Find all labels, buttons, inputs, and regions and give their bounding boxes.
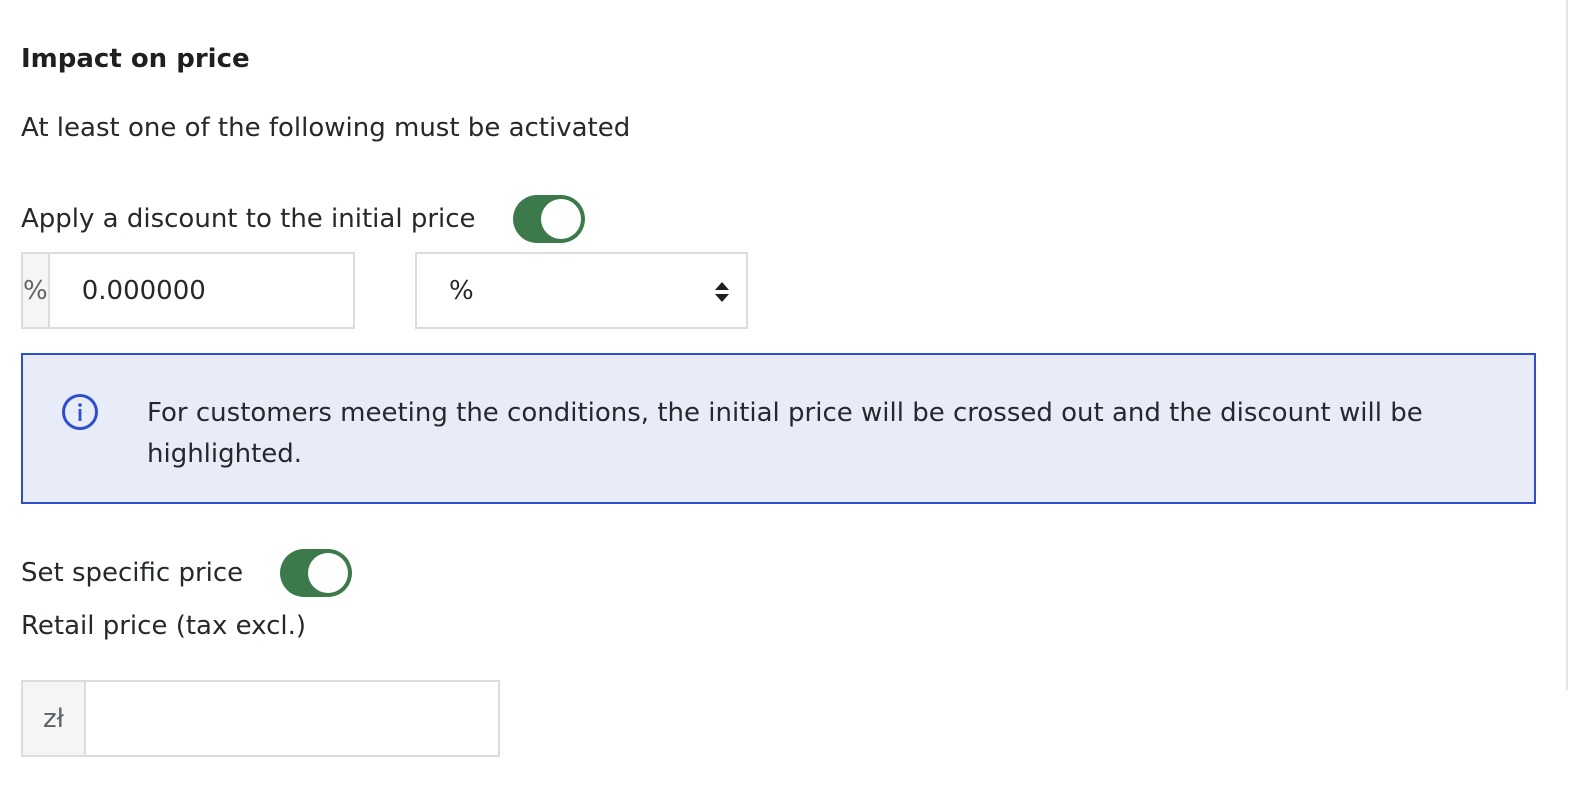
discount-toggle[interactable]	[512, 195, 585, 243]
toggle-knob	[540, 199, 581, 239]
info-alert-text: For customers meeting the conditions, th…	[147, 398, 1423, 469]
specific-price-toggle[interactable]	[280, 549, 353, 597]
helper-text: At least one of the following must be ac…	[21, 113, 631, 143]
scrollbar-track[interactable]	[1566, 0, 1568, 690]
info-icon	[62, 394, 98, 430]
discount-type-value: %	[449, 275, 474, 306]
percent-addon: %	[23, 254, 50, 327]
impact-on-price-panel: Impact on price At least one of the foll…	[0, 0, 1580, 808]
toggle-knob	[308, 553, 349, 593]
specific-price-toggle-row: Set specific price	[21, 549, 353, 597]
retail-price-input-group: zł	[21, 680, 500, 757]
currency-addon: zł	[23, 682, 86, 755]
discount-toggle-label: Apply a discount to the initial price	[21, 204, 476, 234]
retail-price-label: Retail price (tax excl.)	[21, 611, 307, 641]
specific-price-toggle-label: Set specific price	[21, 558, 244, 588]
discount-value-input[interactable]	[49, 254, 406, 327]
discount-type-select[interactable]: %	[415, 252, 748, 329]
info-alert: For customers meeting the conditions, th…	[21, 353, 1536, 504]
discount-input-group: %	[21, 252, 406, 329]
select-arrows-icon	[715, 282, 729, 302]
discount-toggle-row: Apply a discount to the initial price	[21, 195, 585, 243]
retail-price-input[interactable]	[86, 682, 498, 755]
section-title: Impact on price	[21, 44, 250, 74]
